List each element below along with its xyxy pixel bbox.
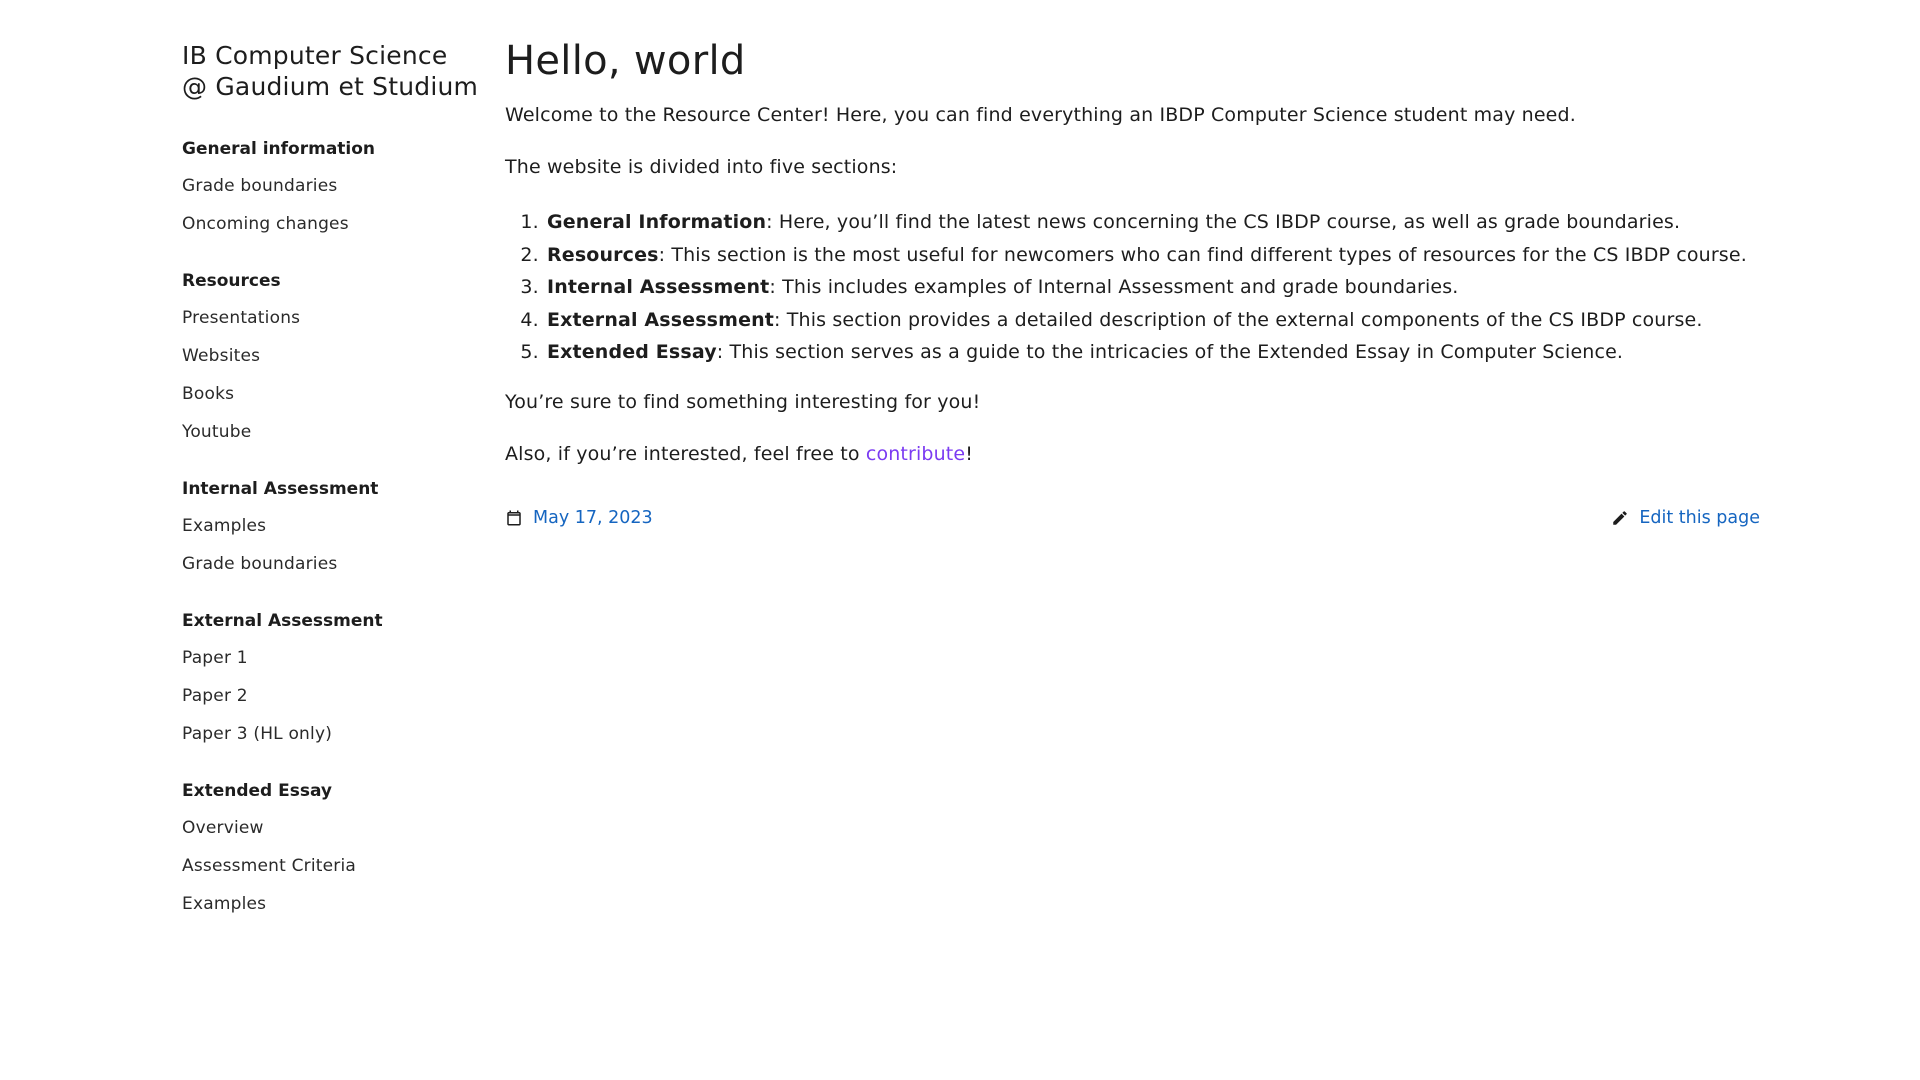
sidebar-item-presentations[interactable]: Presentations bbox=[182, 308, 482, 328]
site-title-link[interactable]: IB Computer Science @ Gaudium et Studium bbox=[182, 40, 482, 102]
nav-section-title: Internal Assessment bbox=[182, 479, 379, 499]
site-title-line1: IB Computer Science bbox=[182, 41, 448, 70]
page-title: Hello, world bbox=[505, 38, 746, 84]
sidebar-item-books[interactable]: Books bbox=[182, 384, 482, 404]
site-title-line2: @ Gaudium et Studium bbox=[182, 72, 479, 101]
sidebar-item-paper-2[interactable]: Paper 2 bbox=[182, 686, 482, 706]
sidebar-item-ia-grade-boundaries[interactable]: Grade boundaries bbox=[182, 554, 482, 574]
list-item-label: Extended Essay bbox=[547, 341, 717, 363]
sidebar-item-ee-assessment-criteria[interactable]: Assessment Criteria bbox=[182, 856, 482, 876]
contribute-paragraph: Also, if you’re interested, feel free to… bbox=[505, 441, 1760, 467]
calendar-icon bbox=[505, 509, 523, 527]
list-item: Resources: This section is the most usef… bbox=[545, 239, 1760, 272]
list-item-label: Internal Assessment bbox=[547, 276, 770, 298]
sections-list: General Information: Here, you’ll find t… bbox=[505, 206, 1760, 369]
list-item: General Information: Here, you’ll find t… bbox=[545, 206, 1760, 239]
page-meta-row: May 17, 2023 Edit this page bbox=[505, 505, 1760, 531]
sidebar-item-grade-boundaries[interactable]: Grade boundaries bbox=[182, 176, 482, 196]
nav-section-internal-assessment: Internal Assessment Examples Grade bound… bbox=[182, 479, 482, 574]
list-item-text: : This section provides a detailed descr… bbox=[774, 308, 1703, 331]
main-content: Hello, world Welcome to the Resource Cen… bbox=[505, 36, 1760, 531]
contribute-link[interactable]: contribute bbox=[866, 443, 965, 465]
list-item-text: : This includes examples of Internal Ass… bbox=[769, 276, 1459, 298]
sidebar-item-ee-overview[interactable]: Overview bbox=[182, 818, 482, 838]
last-updated: May 17, 2023 bbox=[505, 505, 653, 531]
list-item: Internal Assessment: This includes examp… bbox=[545, 271, 1760, 304]
sidebar-item-oncoming-changes[interactable]: Oncoming changes bbox=[182, 214, 482, 234]
nav-list: Grade boundaries Oncoming changes bbox=[182, 176, 482, 234]
list-item: External Assessment: This section provid… bbox=[545, 304, 1760, 337]
closing-paragraph: You’re sure to find something interestin… bbox=[505, 390, 981, 413]
sidebar-item-ia-examples[interactable]: Examples bbox=[182, 516, 482, 536]
sections-intro-paragraph: The website is divided into five section… bbox=[505, 156, 898, 178]
contribute-suffix: ! bbox=[965, 442, 974, 465]
nav-section-general-information: General information Grade boundaries Onc… bbox=[182, 139, 482, 234]
list-item-label: Resources bbox=[547, 243, 659, 266]
list-item-text: : This section serves as a guide to the … bbox=[716, 341, 1624, 363]
nav-list: Overview Assessment Criteria Examples bbox=[182, 818, 482, 914]
list-item-label: External Assessment bbox=[547, 308, 775, 331]
nav-section-title: General information bbox=[182, 139, 376, 159]
nav-section-title: External Assessment bbox=[182, 611, 383, 631]
last-updated-date-link[interactable]: May 17, 2023 bbox=[533, 505, 653, 531]
contribute-prefix: Also, if you’re interested, feel free to bbox=[505, 442, 866, 465]
list-item-text: : This section is the most useful for ne… bbox=[658, 243, 1747, 266]
page: IB Computer Science @ Gaudium et Studium… bbox=[0, 0, 1920, 1080]
sidebar-item-ee-examples[interactable]: Examples bbox=[182, 894, 482, 914]
nav-section-title: Extended Essay bbox=[182, 781, 333, 801]
intro-paragraph: Welcome to the Resource Center! Here, yo… bbox=[505, 104, 1576, 126]
list-item-text: : Here, you’ll find the latest news conc… bbox=[766, 211, 1681, 233]
nav-section-title: Resources bbox=[182, 271, 281, 291]
list-item: Extended Essay: This section serves as a… bbox=[545, 336, 1760, 369]
sidebar-item-websites[interactable]: Websites bbox=[182, 346, 482, 366]
sidebar-item-paper-3[interactable]: Paper 3 (HL only) bbox=[182, 724, 482, 744]
sidebar: IB Computer Science @ Gaudium et Studium… bbox=[182, 40, 482, 914]
nav-section-resources: Resources Presentations Websites Books Y… bbox=[182, 271, 482, 442]
pencil-icon bbox=[1611, 509, 1629, 527]
nav-section-extended-essay: Extended Essay Overview Assessment Crite… bbox=[182, 781, 482, 914]
nav-list: Paper 1 Paper 2 Paper 3 (HL only) bbox=[182, 648, 482, 744]
nav-section-external-assessment: External Assessment Paper 1 Paper 2 Pape… bbox=[182, 611, 482, 744]
edit-page: Edit this page bbox=[1611, 505, 1760, 531]
sidebar-item-paper-1[interactable]: Paper 1 bbox=[182, 648, 482, 668]
list-item-label: General Information bbox=[547, 211, 767, 233]
edit-page-link[interactable]: Edit this page bbox=[1639, 505, 1760, 531]
nav-list: Examples Grade boundaries bbox=[182, 516, 482, 574]
nav-list: Presentations Websites Books Youtube bbox=[182, 308, 482, 442]
sidebar-item-youtube[interactable]: Youtube bbox=[182, 422, 482, 442]
